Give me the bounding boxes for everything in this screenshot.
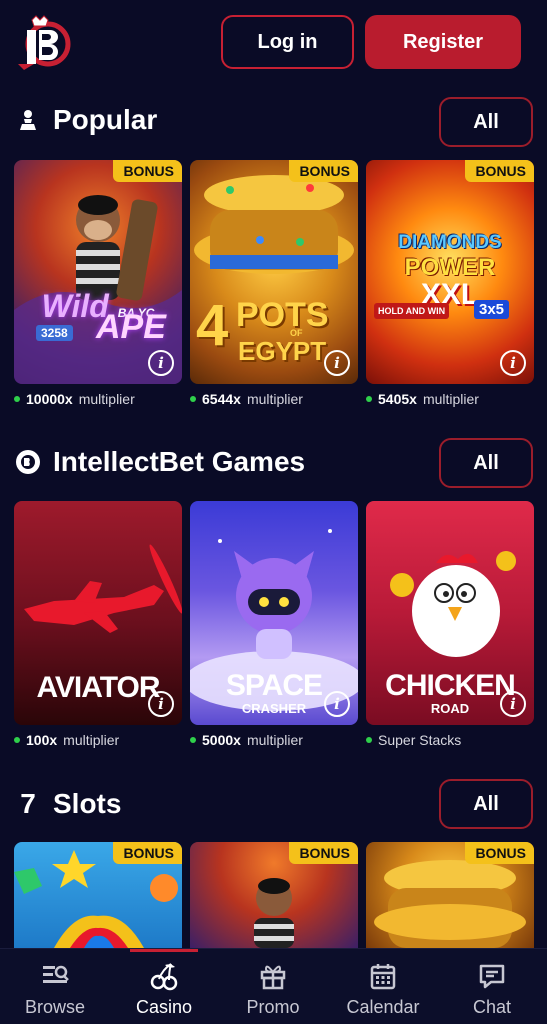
nav-label: Promo <box>246 997 300 1017</box>
header: Log in Register <box>0 0 547 85</box>
multiplier-label: 5000x multiplier <box>190 732 303 748</box>
nav-browse[interactable]: Browse <box>14 949 96 1024</box>
info-icon[interactable]: i <box>148 691 174 717</box>
online-dot <box>190 396 196 402</box>
nav-chat[interactable]: Chat <box>452 949 532 1024</box>
game-card-wild-ape[interactable]: Wild BA YC 3258 APE BONUS i <box>14 160 182 384</box>
nav-casino[interactable]: Casino <box>124 949 204 1024</box>
nav-label: Browse <box>24 997 86 1017</box>
bonus-badge: BONUS <box>289 842 358 864</box>
nav-label: Calendar <box>346 997 420 1017</box>
online-dot <box>366 737 372 743</box>
section-title-text: Popular <box>53 104 158 135</box>
multiplier-value: 10000x <box>26 391 73 407</box>
nav-promo[interactable]: Promo <box>232 949 314 1024</box>
calendar-icon <box>370 964 396 990</box>
section-title-slots: 7 Slots <box>15 788 121 820</box>
intellectbet-logo[interactable] <box>12 14 72 72</box>
game-card-slot-3[interactable]: BONUS <box>366 842 534 948</box>
game-card-chicken-road[interactable]: CHICKEN ROAD i <box>366 501 534 725</box>
section-title-text: Slots <box>53 788 122 819</box>
wild-ape-line2: APE <box>96 308 166 346</box>
bonus-badge: BONUS <box>289 160 358 182</box>
pots-line1: POTS <box>236 296 329 334</box>
login-button[interactable]: Log in <box>221 15 354 69</box>
nav-label: Chat <box>472 997 512 1017</box>
bonus-badge: BONUS <box>113 160 182 182</box>
section-title-text: IntellectBet Games <box>53 446 306 477</box>
multiplier-suffix: multiplier <box>246 391 303 407</box>
bottom-nav: Browse Casino Promo Calendar Chat <box>0 948 547 1024</box>
multiplier-suffix: multiplier <box>63 732 120 748</box>
multiplier-suffix: multiplier <box>246 732 303 748</box>
popular-all-button[interactable]: All <box>439 97 533 147</box>
game-card-slot-2[interactable]: BONUS <box>190 842 358 948</box>
multiplier-value: 100x <box>26 732 58 748</box>
intellectbet-logo-icon <box>15 449 41 475</box>
chess-pawn-icon <box>15 107 41 133</box>
pots-line2: EGYPT <box>238 336 327 366</box>
nav-calendar[interactable]: Calendar <box>338 949 428 1024</box>
game-card-4-pots-of-egypt[interactable]: 4 POTS OF EGYPT BONUS i <box>190 160 358 384</box>
multiplier-suffix: multiplier <box>422 391 479 407</box>
bonus-badge: BONUS <box>465 842 534 864</box>
wild-ape-number: 3258 <box>36 325 73 341</box>
online-dot <box>14 396 20 402</box>
multiplier-value: 5000x <box>202 732 241 748</box>
section-title-popular: Popular <box>15 104 157 136</box>
game-card-space-crasher[interactable]: SPACE CRASHER i <box>190 501 358 725</box>
multiplier-label: 6544x multiplier <box>190 391 303 407</box>
multiplier-value: 6544x <box>202 391 241 407</box>
multiplier-label: 100x multiplier <box>14 732 119 748</box>
online-dot <box>14 737 20 743</box>
multiplier-label: 10000x multiplier <box>14 391 135 407</box>
intellectbet-all-button[interactable]: All <box>439 438 533 488</box>
diamonds-line1: DIAMONDS <box>398 232 502 253</box>
multiplier-value: 5405x <box>378 391 417 407</box>
diamonds-sub: HOLD AND WIN <box>374 303 450 319</box>
slots-all-button[interactable]: All <box>439 779 533 829</box>
multiplier-suffix: Super Stacks <box>378 732 462 748</box>
register-button[interactable]: Register <box>365 15 521 69</box>
game-card-slot-1[interactable]: BONUS <box>14 842 182 948</box>
online-dot <box>190 737 196 743</box>
info-icon[interactable]: i <box>324 691 350 717</box>
bonus-badge: BONUS <box>465 160 534 182</box>
info-icon[interactable]: i <box>500 691 526 717</box>
seven-icon: 7 <box>20 788 36 819</box>
chat-icon <box>479 964 505 989</box>
bonus-badge: BONUS <box>113 842 182 864</box>
browse-icon <box>43 965 69 983</box>
online-dot <box>366 396 372 402</box>
cherries-icon <box>150 963 178 991</box>
info-icon[interactable]: i <box>500 350 526 376</box>
game-card-diamonds-power-xxl[interactable]: DIAMONDS POWER XXL HOLD AND WIN 3x5 BONU… <box>366 160 534 384</box>
game-card-aviator[interactable]: AVIATOR i <box>14 501 182 725</box>
multiplier-label: 5405x multiplier <box>366 391 479 407</box>
multiplier-suffix: multiplier <box>78 391 135 407</box>
nav-label: Casino <box>135 997 193 1017</box>
multiplier-label: Super Stacks <box>366 732 461 748</box>
pots-number: 4 <box>196 293 229 358</box>
gift-icon <box>260 965 286 990</box>
info-icon[interactable]: i <box>324 350 350 376</box>
section-title-intellectbet: IntellectBet Games <box>15 446 305 478</box>
info-icon[interactable]: i <box>148 350 174 376</box>
diamonds-grid: 3x5 <box>474 300 510 319</box>
